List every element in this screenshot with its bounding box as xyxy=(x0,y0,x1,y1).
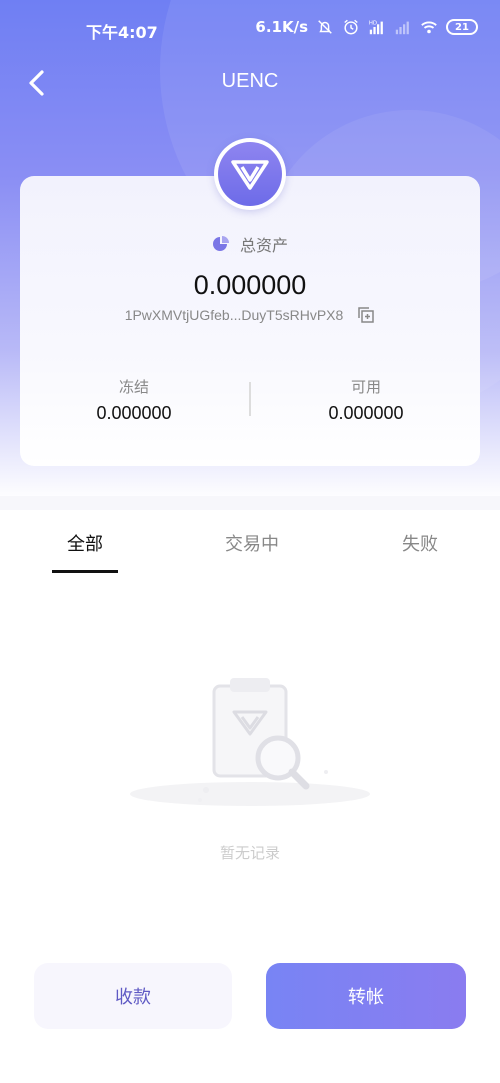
receive-button[interactable]: 收款 xyxy=(34,963,232,1029)
section-divider xyxy=(0,496,500,510)
tab-all[interactable]: 全部 xyxy=(25,530,145,556)
copy-icon[interactable] xyxy=(357,306,375,324)
alarm-icon xyxy=(344,19,358,35)
stat-divider xyxy=(249,382,251,416)
token-logo xyxy=(214,138,286,210)
pie-chart-icon xyxy=(212,236,229,251)
frozen-value: 0.000000 xyxy=(96,403,172,423)
empty-clipboard-search-icon xyxy=(130,678,370,806)
active-tab-indicator xyxy=(52,570,118,573)
svg-text:HD: HD xyxy=(369,20,377,26)
empty-state-text: 暂无记录 xyxy=(219,844,280,862)
total-asset-value: 0.000000 xyxy=(193,270,307,300)
tab-failed[interactable]: 失败 xyxy=(360,530,480,556)
tab-trading[interactable]: 交易中 xyxy=(192,530,312,556)
nav-bar: UENC xyxy=(0,58,500,108)
page-title: UENC xyxy=(221,70,279,92)
wifi-icon xyxy=(421,21,437,34)
frozen-label: 冻结 xyxy=(118,378,149,396)
status-icons: 6.1K/s HD 21 xyxy=(255,18,478,36)
wallet-address-row: 1PwXMVtjUGfeb...DuyT5sRHvPX8 xyxy=(0,306,500,324)
available-label: 可用 xyxy=(350,378,381,396)
available-value: 0.000000 xyxy=(328,403,404,423)
alarm-off-icon xyxy=(318,20,332,34)
signal-hd-icon: HD xyxy=(369,20,383,35)
transfer-button[interactable]: 转帐 xyxy=(266,963,466,1029)
signal-icon xyxy=(395,21,409,35)
status-bar: 下午4:07 6.1K/s HD 21 xyxy=(0,0,500,58)
total-asset-label: 总资产 xyxy=(239,236,288,255)
battery-icon: 21 xyxy=(446,19,478,35)
wallet-address: 1PwXMVtjUGfeb...DuyT5sRHvPX8 xyxy=(124,307,344,323)
network-speed: 6.1K/s xyxy=(255,18,308,36)
available-stat: 可用 0.000000 xyxy=(266,376,466,424)
status-time: 下午4:07 xyxy=(86,23,158,42)
token-logo-badge xyxy=(218,142,282,206)
frozen-stat: 冻结 0.000000 xyxy=(34,376,234,424)
uenc-logo-icon xyxy=(231,160,269,190)
transaction-tabs: 全部 交易中 失败 xyxy=(0,510,500,574)
total-asset-label-row: 总资产 xyxy=(0,232,500,256)
